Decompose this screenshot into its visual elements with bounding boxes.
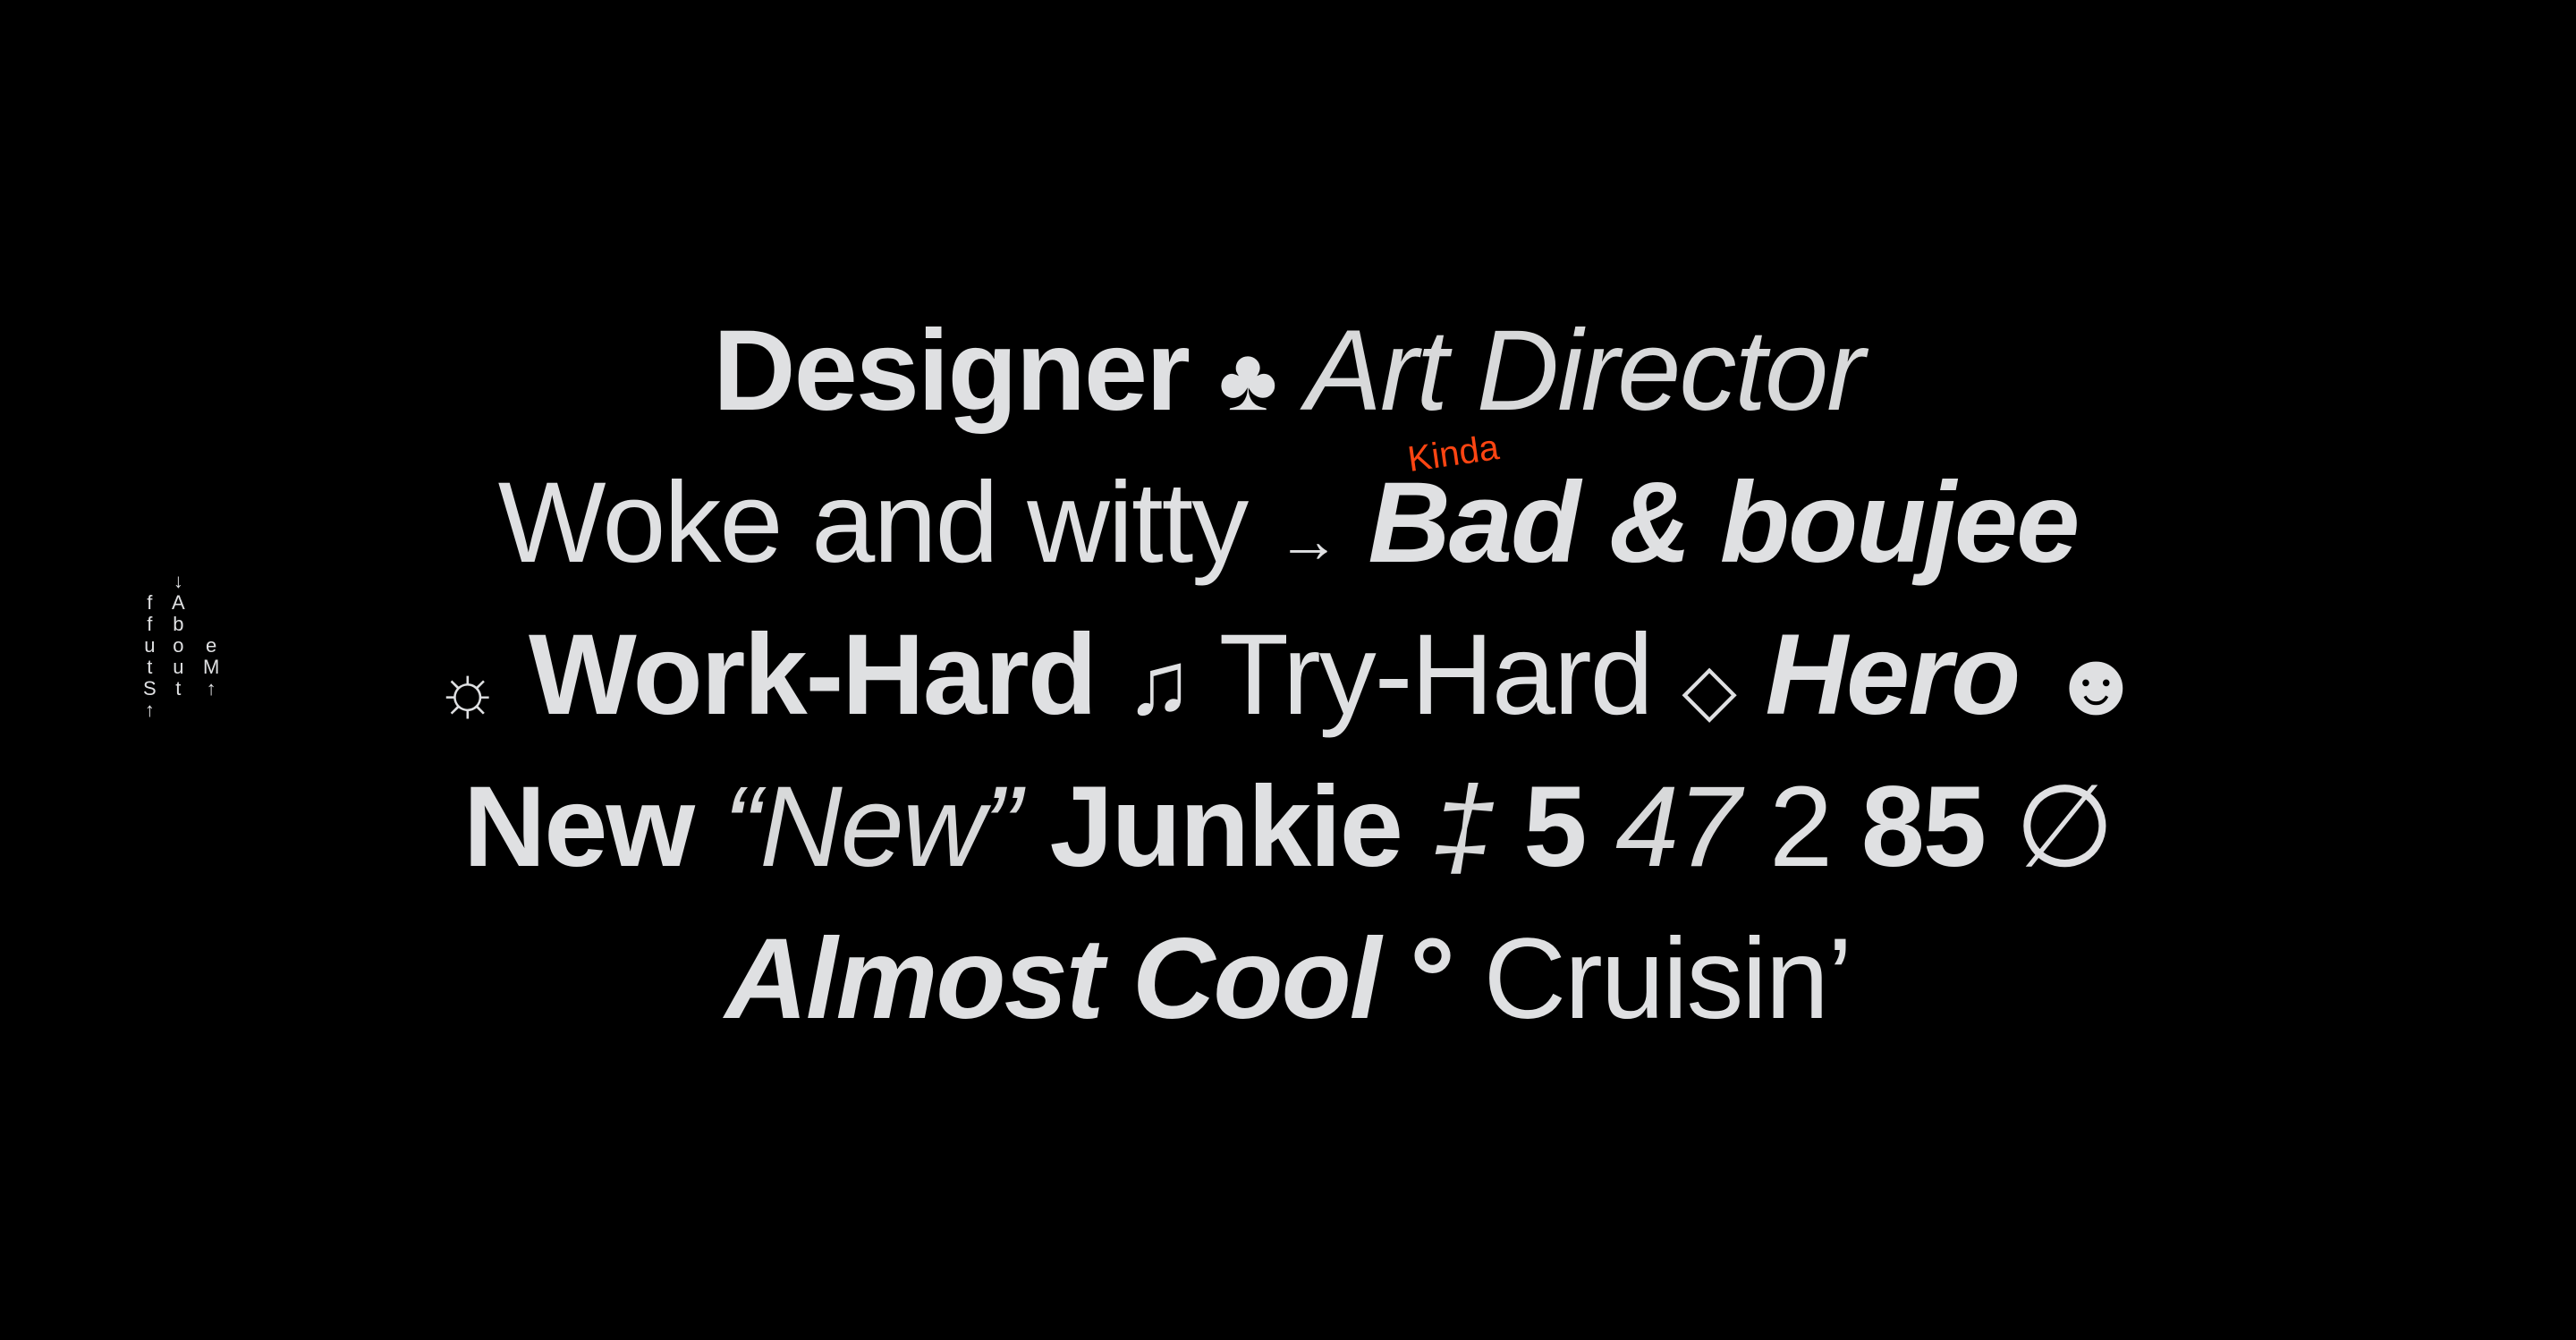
degree-icon: ° [1409,915,1455,1043]
number-5: 5 [1523,763,1587,891]
music-note-icon: ♫ [1125,633,1192,734]
word-art-director: Art Director [1305,307,1865,435]
line-2: Woke and witty → Kinda Bad & boujee [0,428,2576,599]
bad-and-boujee-group: Kinda Bad & boujee [1368,428,2080,599]
word-hero: Hero [1765,611,2021,739]
word-cruisin: Cruisin’ [1483,915,1853,1043]
line-3: ☼ Work-Hard ♫ Try-Hard ◇ Hero ☻ [0,599,2576,751]
sun-icon: ☼ [435,649,500,729]
word-new-quoted: “New” [723,763,1021,891]
word-woke-and-witty: Woke and witty [497,459,1250,587]
word-designer: Designer [713,307,1191,435]
diamond-icon: ◇ [1682,649,1737,729]
word-junkie: Junkie [1049,763,1402,891]
word-bad-and-boujee: Bad & boujee [1368,459,2080,587]
word-almost-cool: Almost Cool [724,915,1382,1043]
double-dagger-icon: ‡ [1431,763,1496,891]
smiley-icon: ☻ [2048,633,2143,734]
number-85: 85 [1860,763,1987,891]
line-1: Designer ♣ Art Director [0,295,2576,447]
empty-set-icon: ∅ [2014,763,2114,891]
line-4: New “New” Junkie ‡ 5 47 2 85 ∅ [0,751,2576,903]
word-new: New [462,763,695,891]
club-icon: ♣ [1218,329,1277,429]
number-2: 2 [1768,763,1833,891]
number-47: 47 [1615,763,1741,891]
headline-stack: Designer ♣ Art Director Woke and witty →… [0,295,2576,1056]
word-work-hard: Work-Hard [528,611,1097,739]
word-try-hard: Try-Hard [1218,611,1654,739]
line-5: Almost Cool ° Cruisin’ [0,903,2576,1056]
arrow-right-icon: → [1276,505,1340,575]
